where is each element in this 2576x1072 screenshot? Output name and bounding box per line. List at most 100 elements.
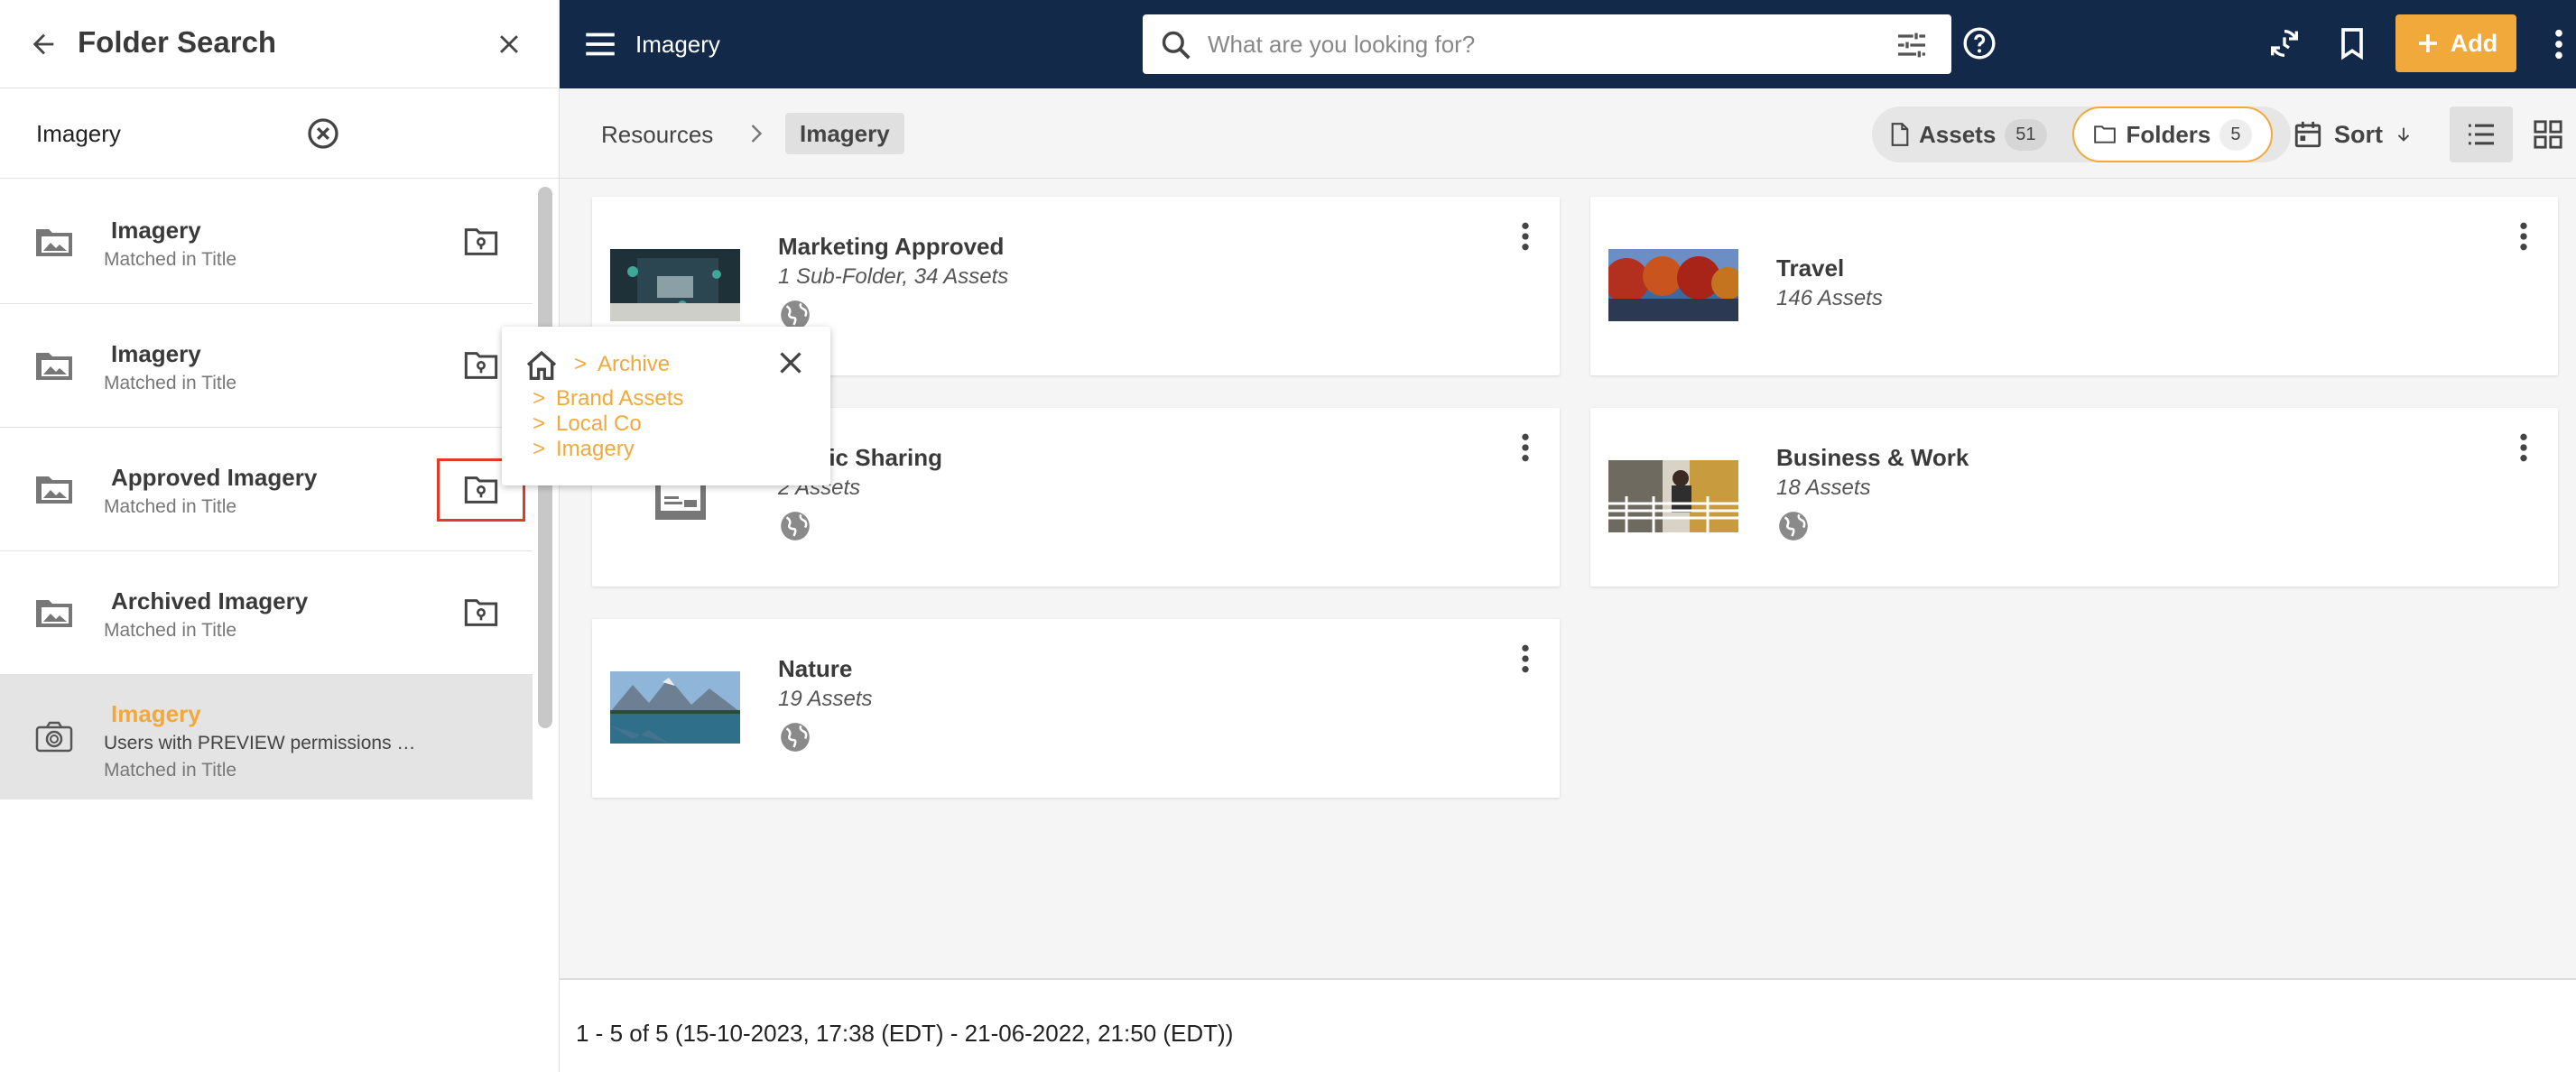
folder-title: Business & Work (1776, 444, 1969, 471)
folder-image-icon (36, 353, 72, 380)
result-match: Matched in Title (104, 496, 237, 517)
panel-title: Folder Search (78, 25, 277, 59)
list-view-button[interactable] (2450, 106, 2513, 162)
file-icon (1891, 123, 1909, 146)
more-vertical-icon[interactable] (1516, 218, 1534, 254)
folder-title: Marketing Approved (778, 233, 1005, 260)
folder-title: Travel (1776, 254, 1845, 282)
path-separator: > (533, 437, 546, 461)
more-vertical-icon[interactable] (2515, 430, 2533, 466)
result-title: Imagery (111, 340, 201, 367)
result-match: Matched in Title (104, 620, 237, 641)
view-type-tabs: Assets 51 Folders 5 (1872, 106, 2291, 162)
globe-icon (781, 723, 810, 752)
folder-location-icon (464, 228, 498, 255)
sort-button[interactable]: Sort (2293, 106, 2414, 162)
home-icon[interactable] (524, 348, 560, 384)
path-separator: > (533, 386, 546, 411)
grid-view-button[interactable] (2525, 106, 2571, 162)
sort-label: Sort (2334, 120, 2383, 148)
folder-meta: 146 Assets (1776, 286, 1883, 310)
list-item[interactable]: Archived Imagery Matched in Title (0, 551, 533, 675)
folder-image-icon (36, 229, 72, 256)
list-item[interactable]: Approved Imagery Matched in Title (0, 428, 533, 551)
path-segment-label: Imagery (556, 437, 635, 461)
camera-icon (35, 721, 73, 753)
toolbar: Resources Imagery Assets 51 Folders 5 So… (560, 88, 2576, 179)
back-button[interactable] (23, 24, 63, 64)
more-vertical-icon[interactable] (2515, 218, 2533, 254)
calendar-icon (2294, 121, 2321, 148)
global-search-input[interactable] (1208, 26, 1839, 62)
path-segment[interactable]: > Brand Assets (533, 386, 683, 411)
more-vertical-icon[interactable] (1516, 430, 1534, 466)
globe-icon (1779, 512, 1808, 541)
help-icon[interactable] (1961, 25, 1997, 61)
close-popover-icon[interactable] (773, 345, 809, 381)
global-search (1143, 14, 1951, 74)
folder-image-icon (36, 476, 72, 504)
add-button[interactable]: Add (2395, 14, 2516, 72)
app-title: Imagery (635, 31, 720, 58)
folder-card[interactable]: Business & Work 18 Assets (1590, 408, 2558, 587)
folder-meta: 18 Assets (1776, 476, 1871, 500)
folder-card[interactable]: Travel 146 Assets (1590, 197, 2558, 375)
list-item[interactable]: Imagery Matched in Title (0, 304, 533, 428)
globe-icon (781, 512, 810, 541)
breadcrumb-current: Imagery (785, 113, 904, 154)
result-title: Imagery (111, 700, 201, 727)
show-location-button[interactable] (459, 347, 504, 384)
tab-folders[interactable]: Folders 5 (2072, 106, 2273, 162)
folder-meta: 19 Assets (778, 687, 873, 711)
breadcrumb-root[interactable]: Resources (601, 121, 713, 149)
folder-location-icon (464, 352, 498, 379)
folder-location-icon (464, 599, 498, 626)
add-button-label: Add (2450, 29, 2498, 57)
folders-count-badge: 5 (2219, 118, 2252, 151)
plus-icon (2418, 34, 2437, 52)
clear-search-icon[interactable] (305, 116, 341, 152)
tab-assets-label: Assets (1919, 120, 1997, 148)
folder-thumbnail-image (610, 671, 740, 744)
sync-icon[interactable] (2266, 25, 2303, 61)
panel-header: Folder Search (0, 0, 559, 88)
grid-view-icon (2534, 120, 2562, 149)
result-description: Users with PREVIEW permissions … (104, 733, 416, 753)
path-segment[interactable]: > Local Co (533, 411, 642, 437)
chevron-right-icon (751, 125, 763, 143)
list-item[interactable]: Imagery Matched in Title (0, 180, 533, 304)
folder-result-list: Imagery Matched in Title Imagery Matched… (0, 180, 533, 799)
path-segment-label: Local Co (556, 411, 642, 436)
results-range-text: 1 - 5 of 5 (15-10-2023, 17:38 (EDT) - 21… (576, 1020, 1234, 1047)
folder-meta: 1 Sub-Folder, 34 Assets (778, 264, 1009, 289)
show-location-button[interactable] (459, 595, 504, 631)
search-icon (1162, 31, 1191, 60)
top-app-bar: Imagery Add (560, 0, 2576, 88)
tab-assets[interactable]: Assets 51 (1890, 106, 2047, 162)
results-footer: 1 - 5 of 5 (15-10-2023, 17:38 (EDT) - 21… (560, 980, 2576, 1072)
bookmark-icon[interactable] (2334, 25, 2370, 61)
result-match: Matched in Title (104, 249, 237, 270)
list-view-icon (2469, 124, 2494, 145)
close-panel-button[interactable] (489, 24, 529, 64)
folder-icon (2094, 125, 2117, 143)
result-title: Imagery (111, 217, 201, 244)
folder-thumbnail-image (1608, 249, 1738, 321)
hamburger-menu-icon[interactable] (581, 25, 619, 63)
path-segment[interactable]: > Archive (574, 352, 670, 377)
folder-image-icon (36, 600, 72, 627)
panel-search (0, 88, 559, 179)
filter-sliders-icon[interactable] (1894, 27, 1930, 63)
show-location-button[interactable] (459, 224, 504, 260)
folder-title: Nature (778, 655, 853, 682)
folder-search-input[interactable] (36, 116, 289, 152)
more-vertical-icon[interactable] (2545, 25, 2572, 63)
more-vertical-icon[interactable] (1516, 641, 1534, 677)
folder-card[interactable]: Nature 19 Assets (592, 619, 1560, 798)
path-segment[interactable]: > Imagery (533, 437, 635, 462)
path-segment-label: Brand Assets (556, 386, 684, 411)
list-item-selected[interactable]: Imagery Users with PREVIEW permissions …… (0, 675, 533, 799)
result-match: Matched in Title (104, 760, 237, 781)
arrow-left-icon (32, 33, 54, 55)
result-title: Archived Imagery (111, 587, 309, 615)
